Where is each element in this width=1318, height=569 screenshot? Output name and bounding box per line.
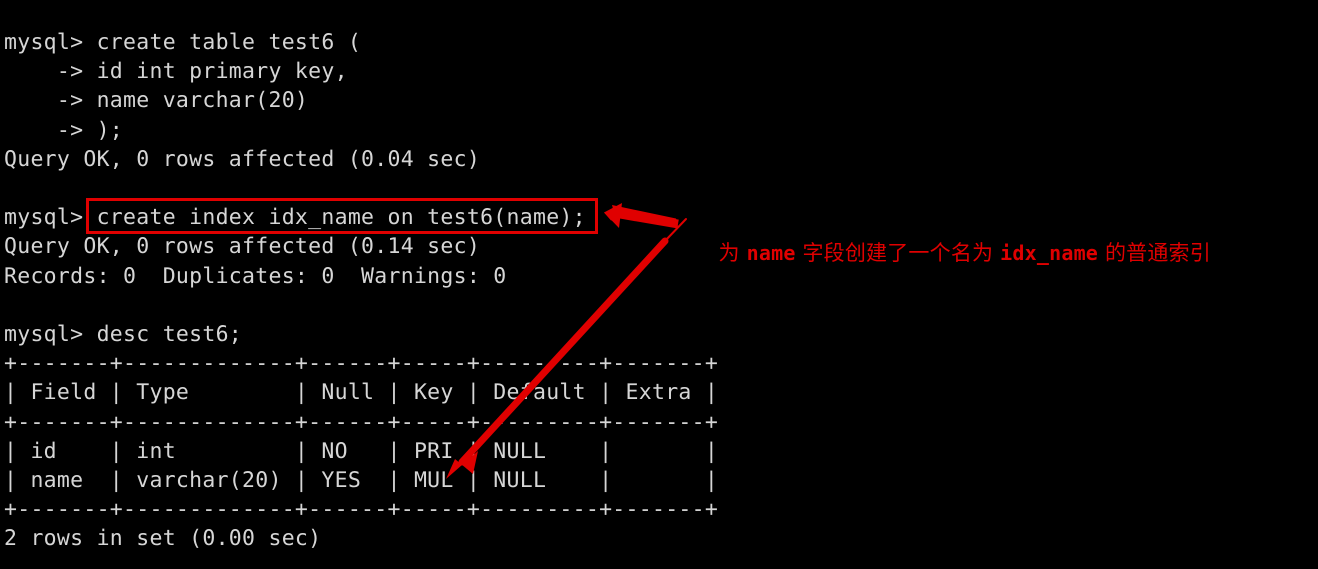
annotation-note: 为 name 字段创建了一个名为 idx_name 的普通索引 xyxy=(691,214,1211,292)
annotation-middle: 字段创建了一个名为 xyxy=(795,241,1001,265)
annotation-index-name: idx_name xyxy=(1000,241,1099,265)
annotation-prefix: 为 xyxy=(718,241,747,265)
annotation-suffix: 的普通索引 xyxy=(1098,241,1211,265)
annotation-field-name: name xyxy=(746,241,796,265)
terminal-window[interactable]: mysql> create table test6 ( -> id int pr… xyxy=(0,0,1318,569)
terminal-output: mysql> create table test6 ( -> id int pr… xyxy=(4,30,719,552)
